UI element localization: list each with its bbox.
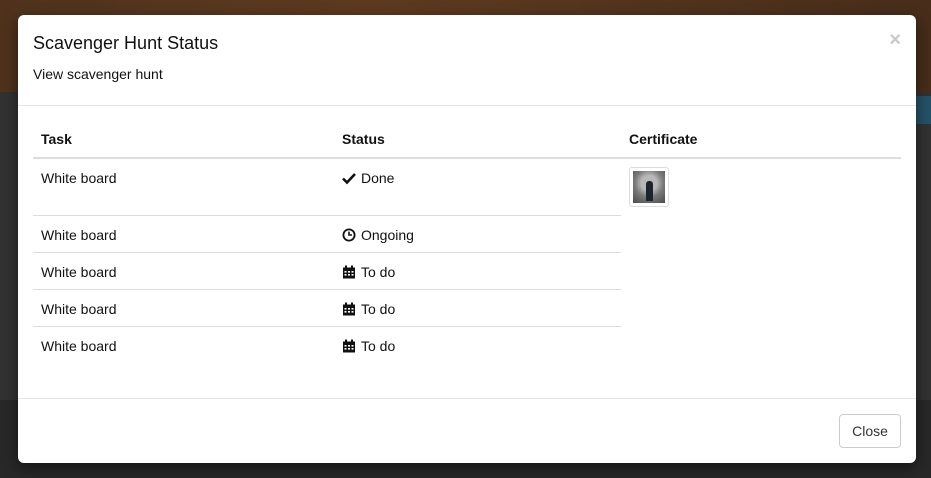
status-cell: To do — [334, 251, 621, 289]
status-cell: Ongoing — [334, 214, 621, 252]
close-icon[interactable]: × — [889, 30, 901, 50]
modal-header: Scavenger Hunt Status View scavenger hun… — [18, 15, 916, 106]
calendar-icon — [343, 339, 355, 352]
calendar-icon — [343, 265, 355, 278]
task-cell: White board — [33, 214, 334, 252]
modal-footer: Close — [18, 398, 916, 463]
table-header-row: Task Status Certificate — [33, 120, 901, 159]
column-header-status: Status — [334, 120, 621, 159]
close-button[interactable]: Close — [839, 414, 901, 448]
status-label: Ongoing — [361, 226, 414, 243]
status-cell: Done — [334, 158, 621, 215]
modal-subtitle: View scavenger hunt — [33, 66, 163, 82]
clock-icon — [342, 228, 356, 241]
certificate-cell — [621, 158, 901, 363]
status-label: To do — [361, 300, 396, 317]
status-cell: To do — [334, 325, 621, 363]
status-cell: To do — [334, 288, 621, 326]
certificate-thumbnail[interactable] — [629, 167, 669, 207]
status-label: To do — [361, 337, 396, 354]
task-cell: White board — [33, 251, 334, 289]
status-label: Done — [361, 170, 395, 186]
column-header-certificate: Certificate — [621, 120, 901, 159]
task-cell: White board — [33, 288, 334, 326]
check-icon — [342, 173, 356, 185]
scavenger-hunt-status-modal: Scavenger Hunt Status View scavenger hun… — [18, 15, 916, 463]
task-cell: White board — [41, 170, 117, 186]
task-cell: White board — [33, 325, 334, 363]
modal-body: Task Status Certificate White board Done — [33, 120, 901, 363]
column-header-task: Task — [33, 120, 334, 159]
table-row: White board Done — [33, 158, 901, 215]
calendar-icon — [343, 302, 355, 315]
status-table: Task Status Certificate White board Done — [33, 120, 901, 363]
status-label: To do — [361, 263, 396, 280]
certificate-photo — [633, 171, 665, 203]
modal-title: Scavenger Hunt Status — [33, 33, 219, 53]
